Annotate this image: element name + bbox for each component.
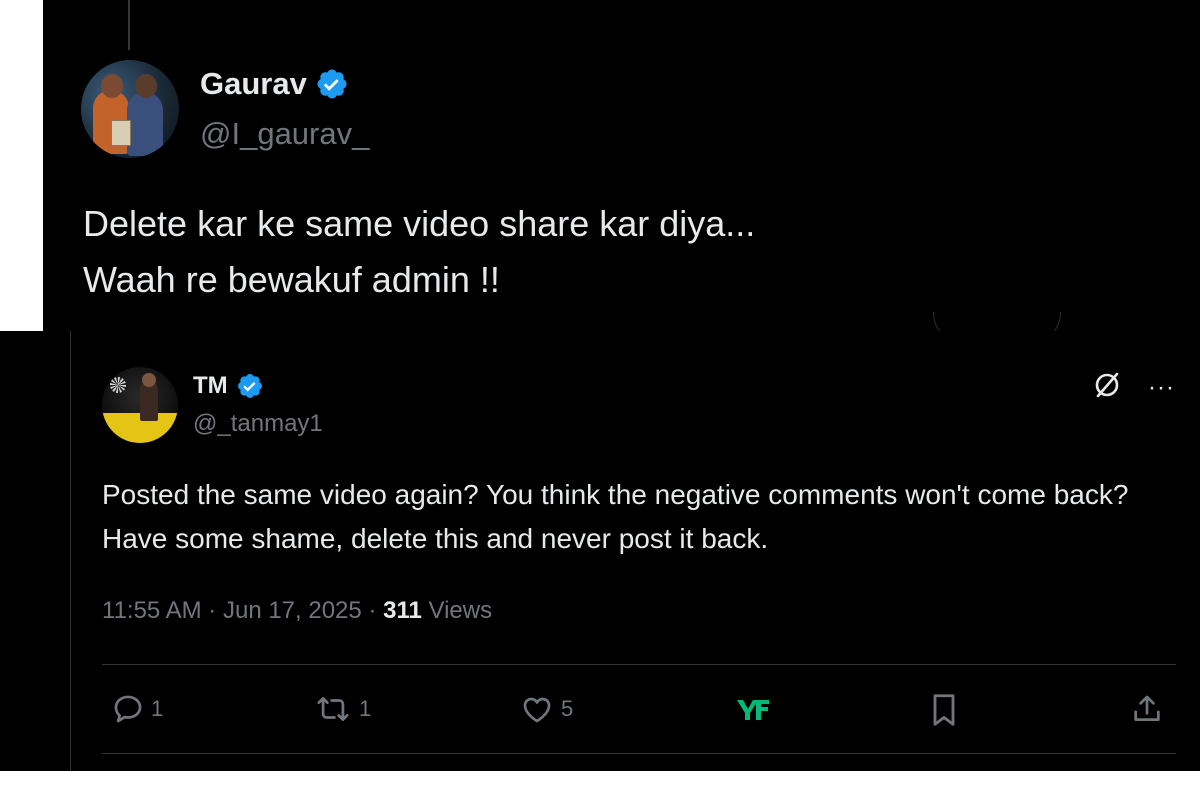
reply-button[interactable]: 1 — [111, 692, 163, 726]
bookmark-icon — [929, 692, 959, 728]
main-tweet-text: Posted the same video again? You think t… — [102, 479, 1129, 554]
parent-tweet-line-1: Delete kar ke same video share kar diya.… — [83, 203, 756, 244]
thread-line — [128, 0, 130, 50]
avatar-gaurav[interactable] — [81, 60, 179, 158]
meta-separator: · — [208, 597, 217, 624]
retweet-count: 1 — [359, 696, 372, 721]
like-count: 5 — [561, 696, 574, 721]
main-author-name-row[interactable]: TM — [193, 372, 264, 400]
parent-tweet-line-2: Waah re bewakuf admin !! — [83, 259, 500, 300]
parent-tweet-panel: Gaurav @I_gaurav_ Delete kar ke same vid… — [43, 0, 1200, 331]
avatar-tm[interactable] — [102, 367, 178, 443]
author-name-row[interactable]: Gaurav — [200, 66, 349, 102]
tweet-time[interactable]: 11:55 AM — [102, 597, 202, 624]
views-label: Views — [428, 597, 493, 624]
tweet-top-actions: ··· — [1090, 368, 1175, 407]
share-icon — [1130, 692, 1164, 726]
grok-slash-icon[interactable] — [1090, 368, 1124, 407]
left-border — [70, 331, 71, 771]
main-author-name[interactable]: TM — [193, 372, 228, 400]
tweet-date[interactable]: Jun 17, 2025 — [223, 597, 362, 624]
tweet-meta: 11:55 AM · Jun 17, 2025 · 311 Views — [102, 597, 492, 625]
divider-bottom — [102, 753, 1176, 754]
author-handle[interactable]: @I_gaurav_ — [200, 116, 369, 152]
verified-badge-icon — [315, 67, 349, 101]
retweet-icon — [313, 692, 353, 726]
meta-separator: · — [368, 597, 377, 624]
grok-logo-icon — [735, 692, 771, 726]
bookmark-button[interactable] — [929, 692, 959, 728]
reply-icon — [111, 692, 145, 726]
parent-tweet-text: Delete kar ke same video share kar diya.… — [83, 196, 755, 308]
reply-count: 1 — [151, 696, 164, 721]
share-button[interactable] — [1130, 692, 1164, 726]
verified-badge-icon — [236, 372, 264, 400]
author-name[interactable]: Gaurav — [200, 66, 307, 102]
more-options-icon[interactable]: ··· — [1148, 375, 1175, 400]
views-count: 311 — [383, 597, 422, 624]
grok-analytics-button[interactable] — [735, 692, 771, 726]
heart-icon — [519, 692, 555, 726]
divider-top — [102, 664, 1176, 665]
retweet-button[interactable]: 1 — [313, 692, 371, 726]
main-author-handle[interactable]: @_tanmay1 — [193, 410, 323, 438]
like-button[interactable]: 5 — [519, 692, 573, 726]
